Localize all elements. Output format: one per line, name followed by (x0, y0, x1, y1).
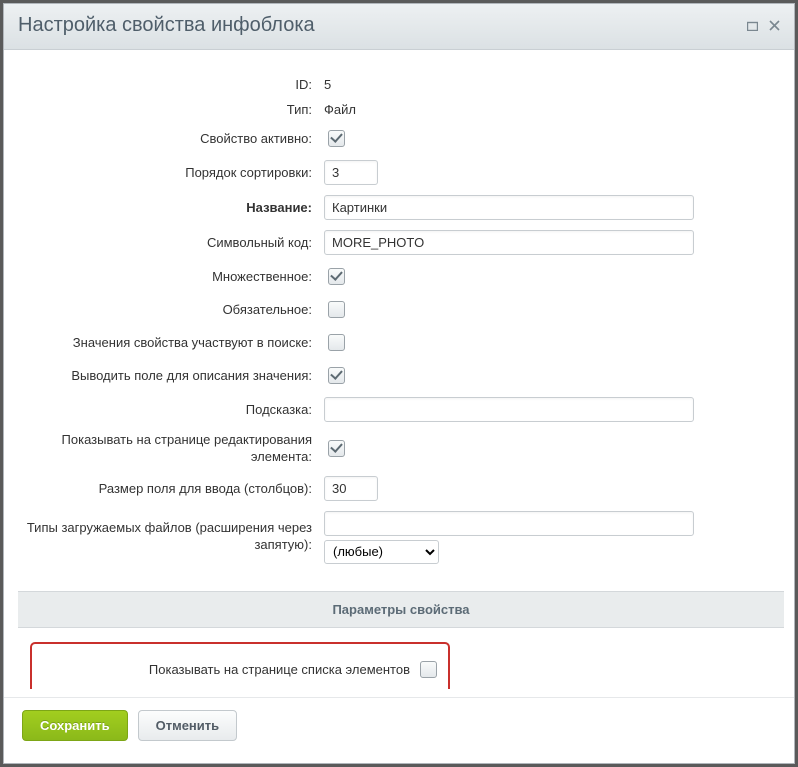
name-input[interactable] (324, 195, 694, 220)
expand-icon[interactable] (746, 20, 758, 32)
colsize-label: Размер поля для ввода (столбцов): (18, 471, 318, 506)
multiple-label: Множественное: (18, 260, 318, 293)
close-icon[interactable] (768, 20, 780, 32)
id-value: 5 (318, 72, 784, 97)
dialog-title: Настройка свойства инфоблока (18, 14, 736, 37)
hint-label: Подсказка: (18, 392, 318, 427)
required-label: Обязательное: (18, 293, 318, 326)
hint-input[interactable] (324, 397, 694, 422)
desc-checkbox[interactable] (328, 367, 345, 384)
section-header: Параметры свойства (18, 591, 784, 628)
filetypes-select[interactable]: (любые) (324, 540, 439, 564)
code-label: Символьный код: (18, 225, 318, 260)
sort-label: Порядок сортировки: (18, 155, 318, 190)
filetypes-input[interactable] (324, 511, 694, 536)
showedit-label: Показывать на странице редактирования эл… (18, 427, 318, 471)
search-label: Значения свойства участвуют в поиске: (18, 326, 318, 359)
search-checkbox[interactable] (328, 334, 345, 351)
property-form: ID: 5 Тип: Файл Свойство активно: Порядо… (18, 58, 784, 628)
sort-input[interactable] (324, 160, 378, 185)
showedit-checkbox[interactable] (328, 440, 345, 457)
code-input[interactable] (324, 230, 694, 255)
highlighted-settings: Показывать на странице списка элементов … (30, 642, 450, 689)
dialog-footer: Сохранить Отменить (4, 697, 794, 763)
property-settings-dialog: Настройка свойства инфоблока ID: 5 Тип: … (3, 3, 795, 764)
desc-label: Выводить поле для описания значения: (18, 359, 318, 392)
show-list-label: Показывать на странице списка элементов (40, 662, 416, 677)
id-label: ID: (18, 72, 318, 97)
save-button[interactable]: Сохранить (22, 710, 128, 741)
filetypes-label: Типы загружаемых файлов (расширения чере… (18, 506, 318, 569)
cancel-button[interactable]: Отменить (138, 710, 238, 741)
dialog-titlebar: Настройка свойства инфоблока (4, 4, 794, 50)
active-checkbox[interactable] (328, 130, 345, 147)
colsize-input[interactable] (324, 476, 378, 501)
active-label: Свойство активно: (18, 122, 318, 155)
show-list-checkbox[interactable] (420, 661, 437, 678)
type-value: Файл (318, 97, 784, 122)
multiple-checkbox[interactable] (328, 268, 345, 285)
dialog-body[interactable]: ID: 5 Тип: Файл Свойство активно: Порядо… (18, 58, 788, 689)
type-label: Тип: (18, 97, 318, 122)
name-label: Название: (18, 190, 318, 225)
required-checkbox[interactable] (328, 301, 345, 318)
